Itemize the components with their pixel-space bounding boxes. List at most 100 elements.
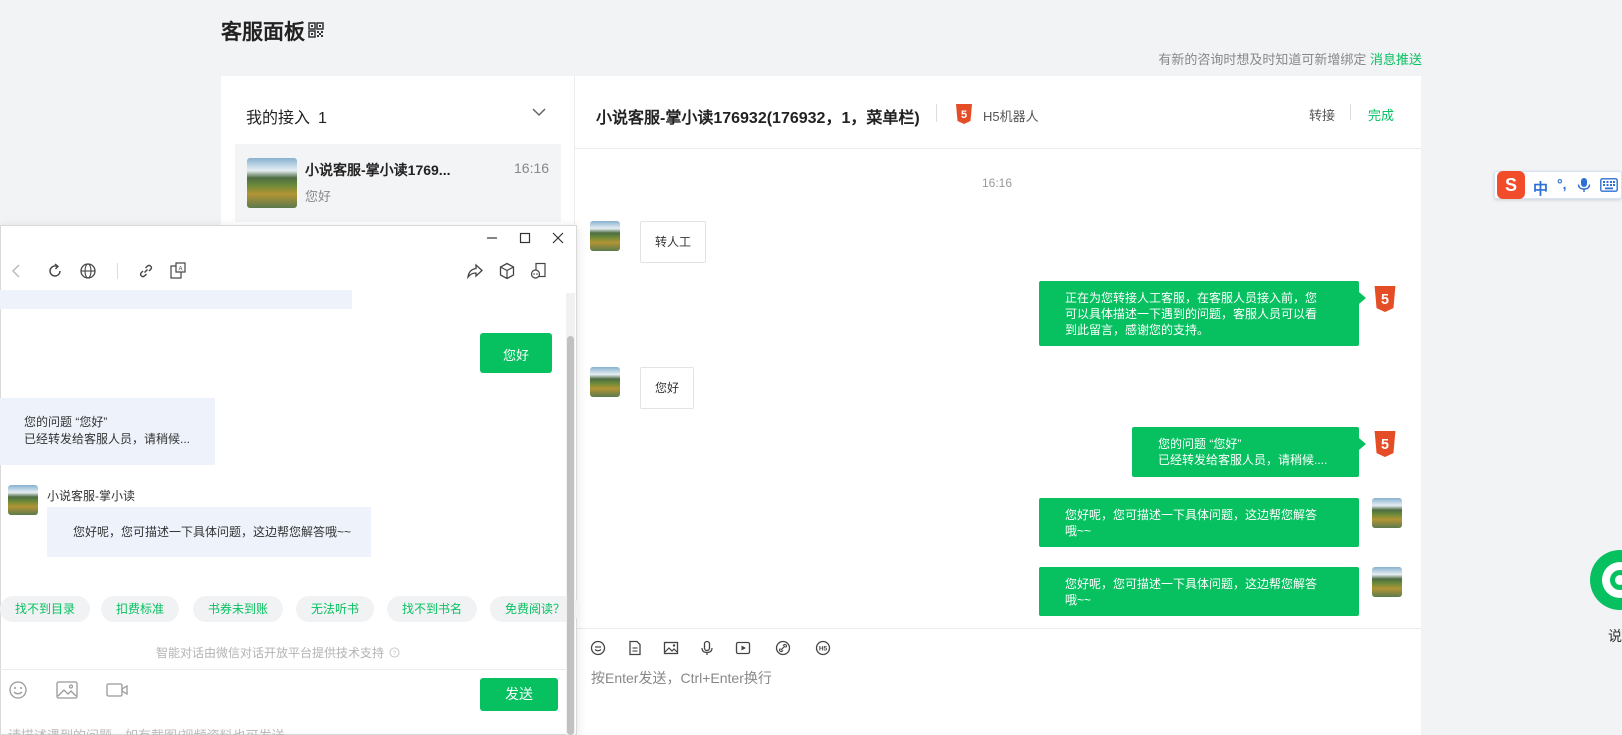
back-icon[interactable] bbox=[6, 261, 26, 281]
quick-reply-chip[interactable]: 无法听书 bbox=[296, 596, 375, 622]
composer-divider bbox=[574, 628, 1421, 629]
agent-avatar bbox=[1372, 498, 1402, 528]
chat-time-divider: 16:16 bbox=[982, 176, 1013, 190]
composer-hint[interactable]: 按Enter发送，Ctrl+Enter换行 bbox=[591, 668, 772, 688]
link-icon[interactable] bbox=[775, 640, 791, 656]
robot-label: H5机器人 bbox=[983, 109, 1039, 124]
session-avatar bbox=[247, 158, 297, 208]
transfer-button[interactable]: 转接 bbox=[1309, 105, 1335, 124]
message-line: 哦~~ bbox=[1065, 593, 1092, 607]
quick-reply-chip[interactable]: 找不到目录 bbox=[0, 596, 91, 622]
chat-header-separator bbox=[936, 104, 937, 122]
minimize-icon[interactable] bbox=[485, 231, 499, 245]
qr-code-icon[interactable] bbox=[308, 22, 324, 38]
toolbar-separator bbox=[117, 263, 118, 279]
ime-punctuation-toggle[interactable]: °, bbox=[1557, 176, 1567, 192]
session-item[interactable] bbox=[235, 144, 561, 222]
ime-logo[interactable]: S bbox=[1497, 171, 1525, 199]
share-icon[interactable] bbox=[465, 261, 485, 281]
svg-text:5: 5 bbox=[1381, 437, 1389, 453]
file-icon[interactable] bbox=[627, 640, 643, 656]
page-title: 客服面板 bbox=[221, 21, 305, 44]
quick-reply-chip[interactable]: 扣费标准 bbox=[101, 596, 180, 622]
html5-icon: 5 bbox=[956, 104, 972, 124]
send-button[interactable]: 发送 bbox=[480, 678, 558, 711]
html5-icon: 5 bbox=[1374, 286, 1396, 312]
session-time: 16:16 bbox=[514, 160, 550, 176]
chat-title: 小说客服-掌小读176932(176932，1，菜单栏) bbox=[596, 110, 920, 127]
session-name: 小说客服-掌小读1769... bbox=[305, 162, 451, 178]
incoming-message: 转人工 bbox=[640, 221, 707, 263]
emoji-icon[interactable] bbox=[8, 680, 28, 700]
agent-name: 小说客服-掌小读 bbox=[47, 489, 135, 503]
ime-language-toggle[interactable]: 中 bbox=[1533, 178, 1548, 199]
action-separator bbox=[1350, 104, 1351, 120]
translate-icon[interactable]: A bbox=[168, 261, 188, 281]
agent-message: 您好呢，您可描述一下具体问题，这边帮您解答哦~~ bbox=[47, 507, 371, 557]
message-line: 已经转发给客服人员，请稍候.... bbox=[1158, 453, 1328, 467]
complete-button[interactable]: 完成 bbox=[1368, 105, 1394, 124]
tech-support-note-text: 智能对话由微信对话开放平台提供技术支持 bbox=[156, 646, 385, 660]
quick-reply-chip[interactable]: 找不到书名 bbox=[387, 596, 478, 622]
session-last-message: 您好 bbox=[305, 189, 332, 204]
agent-avatar bbox=[8, 485, 38, 515]
message-input[interactable]: 请描述遇到的问题，如有截图/视频资料也可发送 bbox=[8, 725, 285, 735]
outgoing-message: 您的问题 “您好” 已经转发给客服人员，请稍候.... bbox=[1132, 427, 1359, 477]
floating-help-widget-label: 说 bbox=[1608, 628, 1622, 644]
link-icon[interactable] bbox=[136, 261, 156, 281]
close-icon[interactable] bbox=[551, 231, 565, 245]
refresh-icon[interactable] bbox=[45, 261, 65, 281]
my-sessions-count: 1 bbox=[318, 110, 327, 127]
message-push-link[interactable]: 消息推送 bbox=[1370, 52, 1422, 67]
sent-message: 您好 bbox=[480, 333, 552, 373]
svg-text:5: 5 bbox=[1381, 292, 1389, 308]
emoji-icon[interactable] bbox=[590, 640, 606, 656]
html5-icon: 5 bbox=[1374, 431, 1396, 457]
chat-header-divider bbox=[574, 148, 1421, 149]
customer-avatar bbox=[590, 367, 620, 397]
system-message: 您的问题 “您好” 已经转发给客服人员，请稍候... bbox=[0, 398, 215, 465]
message-line: 已经转发给客服人员，请稍候... bbox=[24, 432, 191, 446]
svg-text:5: 5 bbox=[961, 109, 967, 121]
subscribe-tip-text: 有新的咨询时想及时知道可新增绑定 bbox=[1158, 52, 1367, 67]
incoming-message: 您好 bbox=[640, 367, 695, 409]
message-line: 您好呢，您可描述一下具体问题，这边帮您解答 bbox=[1065, 508, 1318, 522]
bubble-arrow bbox=[1359, 292, 1366, 304]
svg-text:?: ? bbox=[393, 650, 397, 657]
svg-text:H5: H5 bbox=[819, 646, 828, 653]
composer-divider bbox=[0, 669, 566, 670]
globe-icon[interactable] bbox=[78, 261, 98, 281]
customer-avatar bbox=[590, 221, 620, 251]
microphone-icon[interactable] bbox=[1577, 177, 1591, 193]
agent-avatar bbox=[1372, 567, 1402, 597]
microphone-icon[interactable] bbox=[699, 640, 715, 656]
video-icon[interactable] bbox=[735, 640, 751, 656]
keyboard-icon[interactable] bbox=[1600, 178, 1618, 192]
cube-icon[interactable] bbox=[497, 261, 517, 281]
help-icon[interactable]: ? bbox=[389, 647, 400, 658]
image-icon[interactable] bbox=[663, 640, 679, 656]
message-line: 可以具体描述一下遇到的问题，客服人员可以看 bbox=[1065, 307, 1318, 321]
subscribe-tip: 有新的咨询时想及时知道可新增绑定 消息推送 bbox=[1158, 49, 1422, 68]
my-sessions-header[interactable]: 我的接入 1 bbox=[246, 104, 327, 128]
mini-program-icon[interactable] bbox=[529, 261, 549, 281]
scrollbar-thumb[interactable] bbox=[567, 336, 574, 735]
message-line: 正在为您转接人工客服，在客服人员接入前，您 bbox=[1065, 291, 1318, 305]
outgoing-message: 您好呢，您可描述一下具体问题，这边帮您解答 哦~~ bbox=[1039, 498, 1359, 547]
previous-message-fragment bbox=[0, 290, 352, 309]
message-line: 您好呢，您可描述一下具体问题，这边帮您解答 bbox=[1065, 577, 1318, 591]
quick-reply-chip[interactable]: 书券未到账 bbox=[193, 596, 284, 622]
h5-link-icon[interactable]: H5 bbox=[815, 640, 831, 656]
chevron-down-icon[interactable] bbox=[531, 106, 547, 118]
bubble-arrow bbox=[1359, 438, 1366, 450]
image-icon[interactable] bbox=[55, 680, 79, 700]
message-line: 您的问题 “您好” bbox=[24, 415, 108, 429]
tech-support-note: 智能对话由微信对话开放平台提供技术支持 ? bbox=[156, 644, 400, 661]
maximize-icon[interactable] bbox=[518, 231, 532, 245]
svg-text:A: A bbox=[178, 267, 182, 273]
outgoing-message: 您好呢，您可描述一下具体问题，这边帮您解答 哦~~ bbox=[1039, 567, 1359, 616]
outgoing-message: 正在为您转接人工客服，在客服人员接入前，您 可以具体描述一下遇到的问题，客服人员… bbox=[1039, 281, 1359, 346]
video-icon[interactable] bbox=[105, 680, 129, 700]
message-line: 到此留言，感谢您的支持。 bbox=[1065, 323, 1210, 337]
message-line: 哦~~ bbox=[1065, 524, 1092, 538]
